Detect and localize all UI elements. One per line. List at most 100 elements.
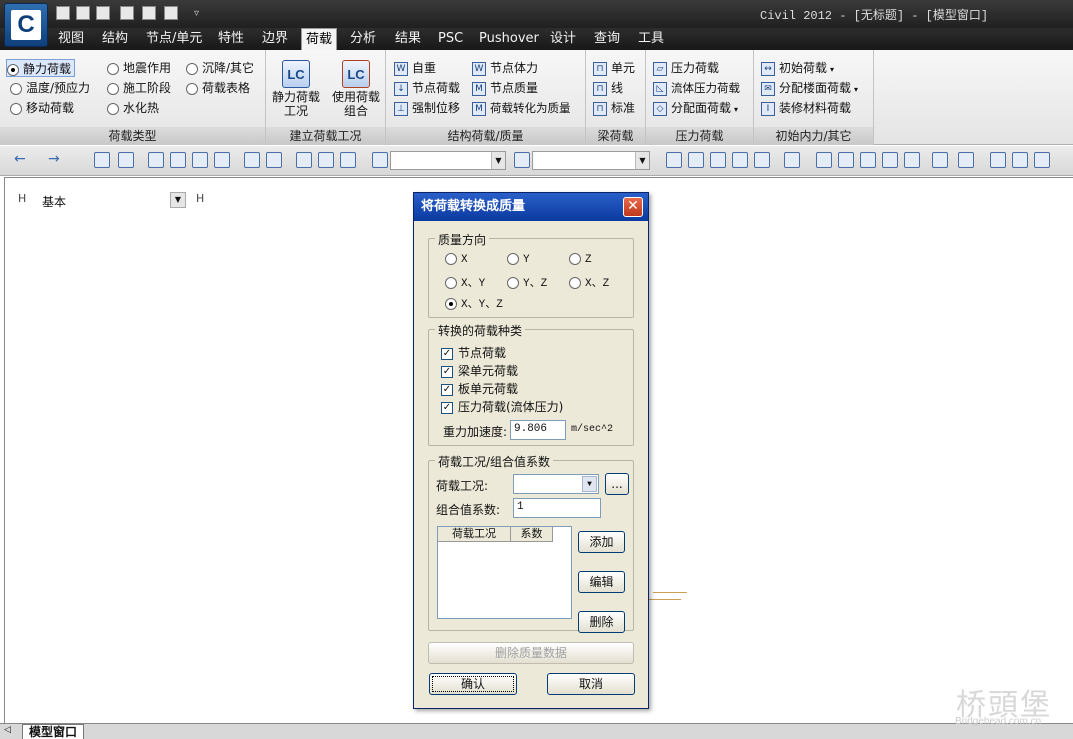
display-icon[interactable] [882, 152, 898, 168]
assign-plane-load-button[interactable]: ◇ 分配面荷载 ▾ [653, 99, 738, 117]
view-back-icon[interactable] [688, 152, 704, 168]
line-beam-load-button[interactable]: ⊓ 线 [593, 79, 623, 97]
tab-query[interactable]: 查询 [590, 28, 624, 50]
lock-icon[interactable] [1012, 152, 1028, 168]
print-icon[interactable] [142, 6, 156, 20]
chevron-down-icon[interactable]: ▼ [582, 476, 597, 492]
radio-moving-load[interactable]: 移动荷载 [10, 99, 74, 117]
quick-access-dropdown-icon[interactable]: ▿ [194, 8, 199, 19]
radio-x[interactable]: X [445, 253, 468, 266]
activate-icon[interactable] [296, 152, 312, 168]
cancel-button[interactable]: 取消 [547, 673, 635, 695]
node-number-icon[interactable] [932, 152, 948, 168]
checkbox-plate-load[interactable]: ✓ 板单元荷载 [441, 380, 518, 397]
element-number-icon[interactable] [958, 152, 974, 168]
radio-xy[interactable]: X、Y [445, 274, 485, 290]
radio-static-load[interactable]: 静力荷载 [6, 59, 76, 77]
query-icon[interactable] [514, 152, 530, 168]
static-load-case-button[interactable]: LC 静力荷载 工况 [266, 54, 326, 118]
ok-button[interactable]: 确认 [429, 673, 517, 695]
pressure-load-button[interactable]: ▱ 压力荷载 [653, 59, 719, 77]
chevron-down-icon[interactable]: ▼ [170, 192, 186, 208]
checkbox-nodal-load[interactable]: ✓ 节点荷载 [441, 344, 506, 361]
unselect-icon[interactable] [244, 152, 260, 168]
load-case-table[interactable]: 荷载工况 系数 [437, 526, 572, 619]
service-load-combination-button[interactable]: LC 使用荷载 组合 [326, 54, 386, 118]
radio-yz[interactable]: Y、Z [507, 274, 547, 290]
radio-load-table[interactable]: 荷载表格 [186, 79, 250, 97]
toolbar-selector-2[interactable]: ▼ [532, 151, 650, 170]
radio-seismic[interactable]: 地震作用 [107, 59, 171, 77]
tab-psc[interactable]: PSC [434, 28, 467, 50]
add-button[interactable]: 添加 [578, 531, 625, 553]
combination-factor-input[interactable]: 1 [513, 498, 601, 518]
hydrostatic-pressure-button[interactable]: ◺ 流体压力荷载 [653, 79, 740, 97]
new-file-icon[interactable] [56, 6, 70, 20]
undo-icon[interactable]: ← [14, 152, 30, 168]
tab-analysis[interactable]: 分析 [346, 28, 380, 50]
nodal-body-force-button[interactable]: W 节点体力 [472, 59, 538, 77]
view-top-icon[interactable] [754, 152, 770, 168]
tab-scroll-left-icon[interactable]: ◁ [4, 725, 11, 735]
tab-design[interactable]: 设计 [546, 28, 580, 50]
view-right-icon[interactable] [732, 152, 748, 168]
save-icon[interactable] [120, 6, 134, 20]
zoom-fit-icon[interactable] [816, 152, 832, 168]
view-front-icon[interactable] [666, 152, 682, 168]
activate-all-icon[interactable] [340, 152, 356, 168]
polygon-select-icon[interactable] [192, 152, 208, 168]
tab-boundary[interactable]: 边界 [258, 28, 292, 50]
initial-load-button[interactable]: ↔ 初始荷载 ▾ [761, 59, 834, 77]
tab-properties[interactable]: 特性 [214, 28, 248, 50]
radio-z[interactable]: Z [569, 253, 592, 266]
radio-settlement-other[interactable]: 沉降/其它 [186, 59, 254, 77]
open-file-icon[interactable] [76, 6, 90, 20]
checkbox-pressure-load[interactable]: ✓ 压力荷载(流体压力) [441, 398, 563, 415]
delete-button[interactable]: 删除 [578, 611, 625, 633]
nodal-mass-button[interactable]: M 节点质量 [472, 79, 538, 97]
standard-beam-load-button[interactable]: ⊓ 标准 [593, 99, 635, 117]
copy-icon[interactable] [990, 152, 1006, 168]
view-left-icon[interactable] [710, 152, 726, 168]
monitor-icon[interactable] [904, 152, 920, 168]
window-select-icon[interactable] [170, 152, 186, 168]
tab-structure[interactable]: 结构 [98, 28, 132, 50]
app-logo-icon[interactable]: C [4, 3, 48, 47]
radio-construction-stage[interactable]: 施工阶段 [107, 79, 171, 97]
pointer-icon[interactable] [372, 152, 388, 168]
self-weight-button[interactable]: W 自重 [394, 59, 436, 77]
zoom-window-icon[interactable] [838, 152, 854, 168]
gravity-input[interactable]: 9.806 [510, 420, 566, 440]
tab-tools[interactable]: 工具 [634, 28, 668, 50]
tree-menu-icon[interactable] [94, 152, 110, 168]
load-case-more-button[interactable]: ... [605, 473, 629, 495]
delete-mass-data-button[interactable]: 删除质量数据 [428, 642, 634, 664]
tab-pushover[interactable]: Pushover [475, 28, 543, 50]
edit-button[interactable]: 编辑 [578, 571, 625, 593]
tab-node-element[interactable]: 节点/单元 [142, 28, 206, 50]
inactivate-icon[interactable] [318, 152, 334, 168]
select-previous-icon[interactable] [266, 152, 282, 168]
tree-icon[interactable]: H [18, 192, 26, 205]
toolbar-selector-1[interactable]: ▼ [390, 151, 506, 170]
select-icon[interactable] [148, 152, 164, 168]
checkbox-beam-load[interactable]: ✓ 梁单元荷载 [441, 362, 518, 379]
tree-dropdown-label[interactable]: 基本 [42, 193, 66, 210]
assign-floor-load-button[interactable]: ✉ 分配楼面荷载 ▾ [761, 79, 858, 97]
load-to-mass-button[interactable]: M 荷载转化为质量 [472, 99, 571, 117]
radio-y[interactable]: Y [507, 253, 530, 266]
element-beam-load-button[interactable]: ⊓ 单元 [593, 59, 635, 77]
close-icon[interactable]: ✕ [623, 197, 643, 217]
open-project-icon[interactable] [96, 6, 110, 20]
intersect-select-icon[interactable] [214, 152, 230, 168]
redo-icon[interactable]: → [48, 152, 64, 168]
unlock-icon[interactable] [1034, 152, 1050, 168]
tab-results[interactable]: 结果 [391, 28, 425, 50]
tab-model-window[interactable]: 模型窗口 [22, 724, 85, 739]
finishing-material-load-button[interactable]: I 装修材料荷载 [761, 99, 851, 117]
tree-pin-icon[interactable]: H [196, 192, 204, 205]
radio-xyz[interactable]: X、Y、Z [445, 295, 503, 311]
load-case-select[interactable]: ▼ [513, 474, 599, 494]
nodal-load-button[interactable]: ↓ 节点荷载 [394, 79, 460, 97]
zoom-in-icon[interactable] [860, 152, 876, 168]
